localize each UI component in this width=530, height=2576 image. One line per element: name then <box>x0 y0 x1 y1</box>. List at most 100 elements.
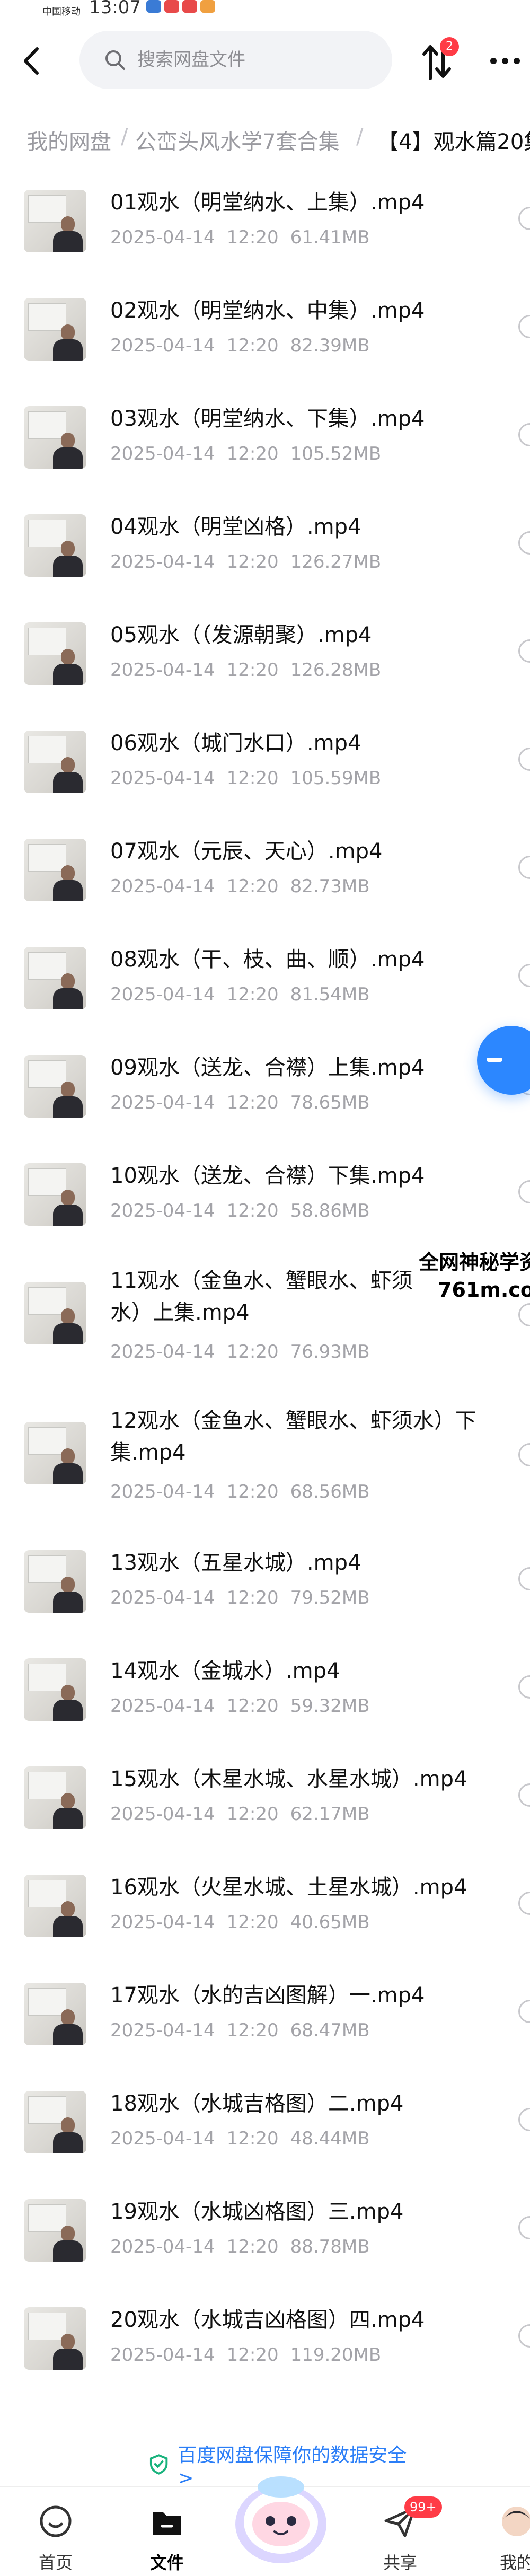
select-checkbox[interactable] <box>518 2216 530 2239</box>
select-checkbox[interactable] <box>518 639 530 663</box>
select-checkbox[interactable] <box>518 423 530 446</box>
file-name: 18观水（水城吉格图）二.mp4 <box>110 2091 404 2116</box>
file-meta: 2025-04-14 12:20 82.73MB <box>110 876 370 897</box>
chevron-left-icon <box>24 47 39 75</box>
video-thumbnail <box>24 1282 86 1344</box>
file-meta: 2025-04-14 12:20 105.52MB <box>110 443 382 464</box>
file-name: 08观水（干、枝、曲、顺）.mp4 <box>110 947 425 972</box>
select-checkbox[interactable] <box>518 748 530 771</box>
select-checkbox[interactable] <box>518 1180 530 1203</box>
video-thumbnail <box>24 1163 86 1226</box>
file-name: 15观水（木星水城、水星水城）.mp4 <box>110 1767 467 1791</box>
file-row[interactable]: 20观水（水城吉凶格图）四.mp4 2025-04-14 12:20 119.20M… <box>0 2286 530 2392</box>
video-thumbnail <box>24 1550 86 1613</box>
file-row[interactable]: 15观水（木星水城、水星水城）.mp4 2025-04-14 12:20 62.17… <box>0 1745 530 1851</box>
file-row[interactable]: 02观水（明堂纳水、中集）.mp4 2025-04-14 12:20 82.39MB <box>0 277 530 383</box>
breadcrumb-separator: / <box>356 125 364 149</box>
mascot-icon[interactable] <box>228 2466 334 2566</box>
nav-item-share[interactable]: 99+ 共享 <box>363 2492 442 2573</box>
select-checkbox[interactable] <box>518 2324 530 2348</box>
file-meta: 2025-04-14 12:20 62.17MB <box>110 1804 370 1825</box>
video-thumbnail <box>24 2307 86 2370</box>
search-input[interactable] <box>136 49 377 71</box>
file-row[interactable]: 12观水（金鱼水、蟹眼水、虾须水）下集.mp4 2025-04-14 12:20 6… <box>0 1390 530 1528</box>
file-meta: 2025-04-14 12:20 119.20MB <box>110 2344 382 2366</box>
file-row[interactable]: 18观水（水城吉格图）二.mp4 2025-04-14 12:20 48.44MB <box>0 2070 530 2176</box>
file-name: 02观水（明堂纳水、中集）.mp4 <box>110 298 425 323</box>
breadcrumb-item-folder[interactable]: 公峦头风水学7套合集 <box>135 125 339 155</box>
file-meta: 2025-04-14 12:20 81.54MB <box>110 984 370 1005</box>
more-options-button[interactable] <box>487 45 524 77</box>
nav-item-home[interactable]: 首页 <box>19 2492 93 2573</box>
video-thumbnail <box>24 947 86 1009</box>
video-thumbnail <box>24 622 86 685</box>
select-checkbox[interactable] <box>518 1303 530 1326</box>
file-row[interactable]: 13观水（五星水城）.mp4 2025-04-14 12:20 79.52MB <box>0 1529 530 1635</box>
file-name: 01观水（明堂纳水、上集）.mp4 <box>110 190 425 215</box>
dot-icon <box>514 58 520 64</box>
select-checkbox[interactable] <box>518 207 530 230</box>
video-thumbnail <box>24 731 86 793</box>
video-thumbnail <box>24 2091 86 2153</box>
transfer-button[interactable]: 2 <box>419 37 461 85</box>
top-bar: 2 <box>0 21 530 101</box>
search-bar[interactable] <box>80 31 392 89</box>
nav-item-files[interactable]: 文件 <box>130 2492 204 2573</box>
shield-icon <box>149 2454 168 2475</box>
select-checkbox[interactable] <box>518 964 530 987</box>
file-meta: 2025-04-14 12:20 61.41MB <box>110 227 370 248</box>
select-checkbox[interactable] <box>518 2108 530 2131</box>
file-name: 10观水（送龙、合襟）下集.mp4 <box>110 1164 425 1188</box>
file-row[interactable]: 01观水（明堂纳水、上集）.mp4 2025-04-14 12:20 61.41MB <box>0 169 530 275</box>
folder-icon <box>153 2512 181 2535</box>
breadcrumb-separator: / <box>121 125 128 149</box>
back-button[interactable] <box>16 45 48 77</box>
select-checkbox[interactable] <box>518 315 530 338</box>
file-row[interactable]: 16观水（火星水城、土星水城）.mp4 2025-04-14 12:20 40.65… <box>0 1853 530 1959</box>
status-bar: 中国移动 13:07 <box>0 0 530 21</box>
file-name: 19观水（水城凶格图）三.mp4 <box>110 2200 404 2224</box>
select-checkbox[interactable] <box>518 531 530 555</box>
file-row[interactable]: 08观水（干、枝、曲、顺）.mp4 2025-04-14 12:20 81.54MB <box>0 926 530 1032</box>
file-row[interactable]: 19观水（水城凶格图）三.mp4 2025-04-14 12:20 88.78MB <box>0 2178 530 2284</box>
video-thumbnail <box>24 1983 86 2045</box>
breadcrumb: 我的网盘 / 公峦头风水学7套合集 / 【4】观水篇20集 <box>0 114 530 162</box>
search-icon <box>105 50 125 70</box>
file-meta: 2025-04-14 12:20 58.86MB <box>110 1200 370 1221</box>
nav-item-mine[interactable]: 我的 <box>480 2492 530 2573</box>
file-meta: 2025-04-14 12:20 68.47MB <box>110 2020 370 2041</box>
file-meta: 2025-04-14 12:20 59.32MB <box>110 1695 370 1717</box>
app-notification-icon <box>164 0 179 13</box>
home-icon <box>40 2505 72 2537</box>
file-row[interactable]: 09观水（送龙、合襟）上集.mp4 2025-04-14 12:20 78.65MB <box>0 1034 530 1140</box>
select-checkbox[interactable] <box>518 1443 530 1466</box>
file-row[interactable]: 03观水（明堂纳水、下集）.mp4 2025-04-14 12:20 105.52M… <box>0 385 530 491</box>
file-name: 05观水（（发源朝聚）.mp4 <box>110 623 372 647</box>
select-checkbox[interactable] <box>518 1567 530 1590</box>
file-row[interactable]: 07观水（元辰、天心）.mp4 2025-04-14 12:20 82.73MB <box>0 817 530 924</box>
file-row[interactable]: 17观水（水的吉凶图解）一.mp4 2025-04-14 12:20 68.47MB <box>0 1962 530 2068</box>
select-checkbox[interactable] <box>518 1675 530 1699</box>
file-row[interactable]: 06观水（城门水口）.mp4 2025-04-14 12:20 105.59MB <box>0 709 530 815</box>
carrier-label: 中国移动 <box>42 6 81 17</box>
breadcrumb-item-root[interactable]: 我的网盘 <box>26 125 111 155</box>
file-row[interactable]: 04观水（明堂凶格）.mp4 2025-04-14 12:20 126.27MB <box>0 493 530 599</box>
select-checkbox[interactable] <box>518 1892 530 1915</box>
select-checkbox[interactable] <box>518 2000 530 2023</box>
select-checkbox[interactable] <box>518 1783 530 1807</box>
video-thumbnail <box>24 1766 86 1829</box>
watermark-text: 全网神秘学资源 761m.com <box>419 1251 530 1302</box>
file-meta: 2025-04-14 12:20 76.93MB <box>110 1341 370 1362</box>
file-row[interactable]: 14观水（金城水）.mp4 2025-04-14 12:20 59.32MB <box>0 1637 530 1743</box>
file-name: 04观水（明堂凶格）.mp4 <box>110 515 361 539</box>
file-name: 07观水（元辰、天心）.mp4 <box>110 839 383 864</box>
select-checkbox[interactable] <box>518 856 530 879</box>
file-row[interactable]: 10观水（送龙、合襟）下集.mp4 2025-04-14 12:20 58.86MB <box>0 1142 530 1248</box>
file-meta: 2025-04-14 12:20 78.65MB <box>110 1092 370 1113</box>
avatar-icon <box>502 2507 530 2536</box>
file-name: 20观水（水城吉凶格图）四.mp4 <box>110 2308 425 2332</box>
bottom-nav: 首页 文件 99+ 共享 我的 <box>0 2476 530 2576</box>
app-notification-icon <box>182 0 197 13</box>
video-thumbnail <box>24 839 86 901</box>
file-row[interactable]: 05观水（（发源朝聚）.mp4 2025-04-14 12:20 126.28MB <box>0 601 530 707</box>
